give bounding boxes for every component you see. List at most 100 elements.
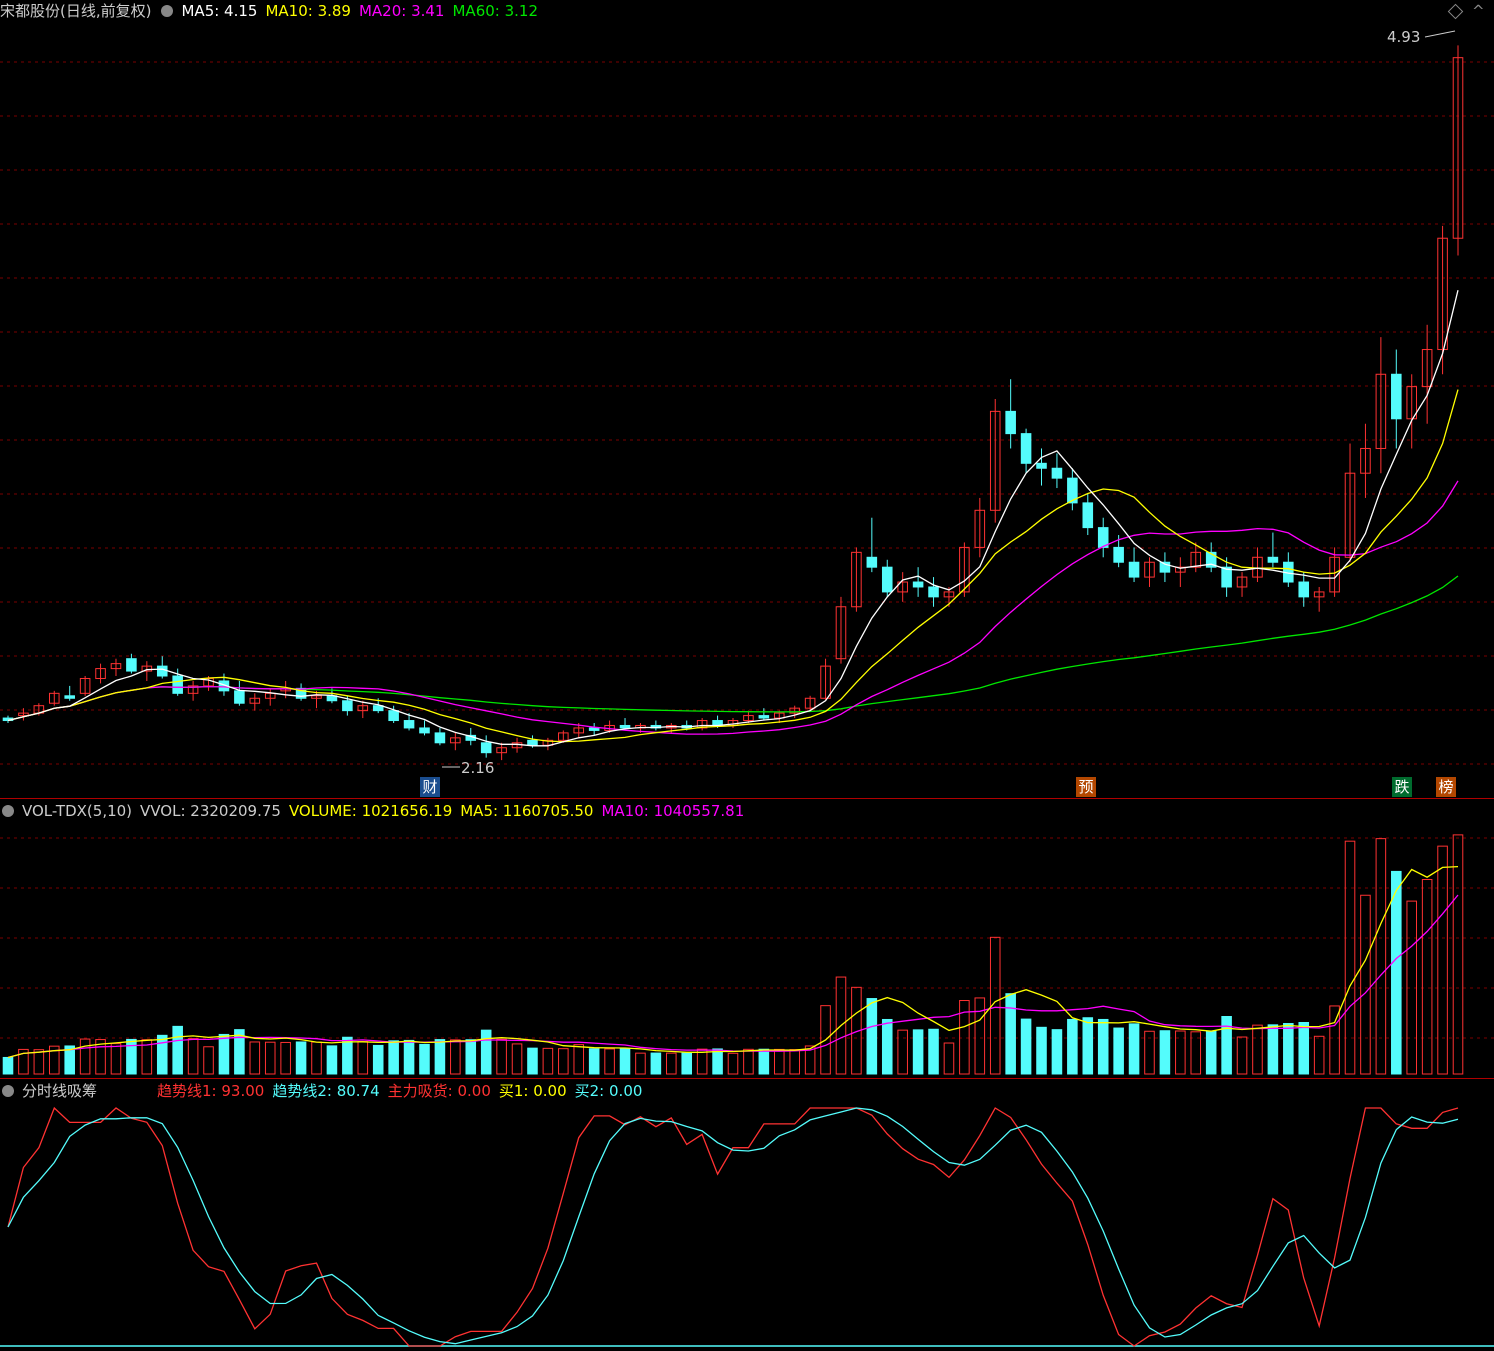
volume-ma10-value: MA10: 1040557.81 — [601, 802, 745, 820]
volume-bar — [1360, 894, 1371, 1075]
volume-bar — [450, 1039, 461, 1075]
volume-bar — [79, 1038, 91, 1075]
settings-dot-icon[interactable] — [161, 4, 174, 17]
buy2-value: 买2: 0.00 — [574, 1082, 643, 1100]
volume-bar — [1391, 870, 1402, 1075]
volume-ma5-value: MA5: 1160705.50 — [460, 802, 594, 820]
volume-bar — [1437, 845, 1448, 1075]
candle-down — [1036, 462, 1047, 469]
volume-bar — [1020, 1018, 1032, 1075]
candle-down — [928, 586, 939, 598]
ma20-value: MA20: 3.41 — [358, 2, 445, 20]
trend1-value: 趋势线1: 93.00 — [157, 1082, 265, 1100]
volume-bar — [558, 1048, 569, 1075]
volume-bar — [218, 1033, 230, 1075]
candle-down — [758, 715, 770, 719]
volume-bar — [1236, 1036, 1248, 1075]
volume-header: VOL-TDX(5,10) VVOL: 2320209.75 VOLUME: 102… — [0, 800, 752, 822]
price-chart[interactable] — [0, 0, 1494, 798]
candle-down — [912, 581, 924, 588]
volume-bar — [604, 1048, 615, 1075]
volume-settings-dot-icon[interactable] — [2, 804, 14, 817]
volume-bar — [758, 1048, 770, 1075]
volume-bar — [403, 1039, 415, 1075]
volume-bar — [434, 1039, 446, 1075]
volume-bar — [943, 1042, 955, 1075]
volume-bar — [527, 1047, 538, 1075]
tag-bang[interactable]: 榜 — [1436, 777, 1456, 797]
volume-bar — [666, 1052, 677, 1075]
volume-bar — [912, 1029, 924, 1075]
volume-bar — [635, 1052, 646, 1075]
ma60-value: MA60: 3.12 — [452, 2, 538, 20]
volume-bar — [1113, 1027, 1124, 1075]
stock-title: 宋都股份(日线,前复权) — [0, 2, 152, 20]
volume-ma10-line — [7, 894, 1459, 1059]
vvol-value: VVOL: 2320209.75 — [140, 802, 281, 820]
chevron-up-icon[interactable]: ^ — [1472, 2, 1485, 20]
volume-bar — [1344, 840, 1356, 1075]
volume-bar — [928, 1028, 939, 1075]
candle-down — [434, 732, 446, 744]
volume-bar — [881, 1018, 893, 1075]
volume-bar — [588, 1048, 600, 1075]
volume-bar — [712, 1048, 723, 1075]
volume-bar — [203, 1046, 214, 1075]
volume-indicator-name: VOL-TDX(5,10) — [22, 802, 133, 820]
ma10-value: MA10: 3.89 — [265, 2, 351, 20]
volume-bar — [1221, 1016, 1232, 1075]
volume-value: VOLUME: 1021656.19 — [288, 802, 453, 820]
tag-yu[interactable]: 预 — [1076, 777, 1096, 797]
accum-value: 主力吸货: 0.00 — [387, 1082, 491, 1100]
volume-bar — [727, 1052, 739, 1075]
volume-bar — [897, 1029, 908, 1075]
volume-bar — [1267, 1024, 1279, 1075]
candle-down — [527, 739, 538, 746]
candle-down — [588, 727, 600, 731]
volume-bar — [1005, 993, 1016, 1075]
volume-bar — [974, 997, 986, 1075]
candle-down — [64, 695, 75, 699]
ma5-value: MA5: 4.15 — [181, 2, 258, 20]
tag-die[interactable]: 跌 — [1392, 777, 1412, 797]
candle-down — [1298, 581, 1310, 598]
volume-bar — [1097, 1018, 1109, 1075]
volume-bar — [388, 1040, 399, 1075]
price-panel[interactable]: 宋都股份(日线,前复权) MA5: 4.15 MA10: 3.89 MA20: 3.4… — [0, 0, 1494, 798]
volume-bar — [33, 1049, 45, 1075]
volume-bar — [1205, 1030, 1217, 1075]
volume-bar — [619, 1048, 631, 1075]
candle-down — [388, 710, 399, 722]
volume-bar — [496, 1038, 507, 1075]
indicator-settings-dot-icon[interactable] — [2, 1084, 14, 1097]
candle-down — [619, 724, 631, 729]
indicator-panel[interactable]: 分时线吸筹 趋势线1: 93.00 趋势线2: 80.74 主力吸货: 0.00 买1:… — [0, 1078, 1494, 1351]
trend2-value: 趋势线2: 80.74 — [272, 1082, 380, 1100]
indicator-header: 分时线吸筹 趋势线1: 93.00 趋势线2: 80.74 主力吸货: 0.00 买1:… — [0, 1080, 650, 1102]
volume-panel[interactable]: VOL-TDX(5,10) VVOL: 2320209.75 VOLUME: 102… — [0, 798, 1494, 1078]
high-arrow — [1424, 30, 1456, 38]
candle-down — [126, 658, 137, 672]
volume-bar — [357, 1041, 369, 1075]
trend2-line — [7, 1107, 1459, 1345]
candle-down — [172, 675, 183, 694]
volume-bar — [326, 1045, 338, 1075]
volume-bar — [1298, 1021, 1310, 1075]
candle-down — [1267, 556, 1279, 563]
volume-bar — [542, 1047, 554, 1075]
candle-down — [480, 742, 492, 754]
candle-down — [1221, 566, 1232, 588]
volume-bar — [743, 1048, 754, 1075]
candle-down — [1082, 502, 1094, 529]
indicator-chart[interactable] — [0, 1078, 1494, 1351]
volume-bar — [1159, 1030, 1171, 1075]
volume-bar — [650, 1052, 662, 1075]
candle-down — [419, 727, 430, 734]
candle-down — [234, 690, 245, 704]
volume-bar — [1313, 1035, 1325, 1075]
volume-chart[interactable] — [0, 798, 1494, 1078]
volume-bar — [1082, 1017, 1094, 1075]
candle-down — [1113, 546, 1124, 563]
tag-cai[interactable]: 财 — [420, 777, 440, 797]
candle-down — [156, 665, 168, 677]
